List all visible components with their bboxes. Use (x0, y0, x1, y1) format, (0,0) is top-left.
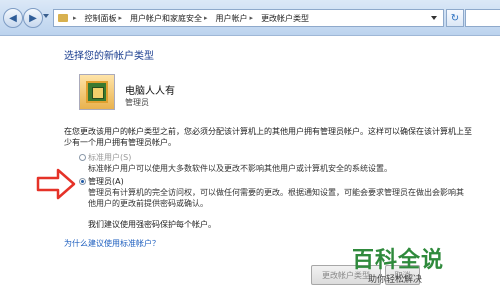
account-picture (79, 74, 115, 110)
breadcrumb-user-accounts-family[interactable]: 用户帐户和家庭安全 ▸ (130, 13, 212, 24)
breadcrumb-sep-root[interactable]: ▸ (71, 14, 81, 22)
breadcrumb-label: 控制面板 (84, 13, 117, 23)
breadcrumb-control-panel[interactable]: 控制面板 ▸ (85, 13, 127, 24)
forward-arrow-icon: ▶ (29, 12, 37, 24)
page-title: 选择您的新帐户类型 (64, 51, 154, 62)
breadcrumb-label: 用户帐户和家庭安全 (130, 13, 203, 23)
breadcrumb-user-accounts[interactable]: 用户帐户 ▸ (216, 13, 258, 24)
address-dropdown-icon[interactable] (431, 16, 437, 20)
search-input[interactable] (465, 9, 500, 27)
standard-user-label[interactable]: 标准用户(S) (88, 152, 131, 163)
breadcrumb-label: 更改帐户类型 (261, 13, 310, 23)
red-arrow-icon (36, 168, 76, 200)
standard-user-description: 标准帐户用户可以使用大多数软件以及更改不影响其他用户或计算机安全的系统设置。 (88, 164, 392, 173)
history-dropdown-icon[interactable] (43, 14, 49, 18)
back-button[interactable]: ◀ (3, 8, 23, 28)
administrator-label[interactable]: 管理员(A) (88, 176, 124, 187)
refresh-button[interactable]: ↻ (446, 9, 464, 27)
forward-button[interactable]: ▶ (23, 8, 43, 28)
content-area: 选择您的新帐户类型 电脑人人有 管理员 在您更改该用户的帐户类型之前，您必须分配… (0, 36, 500, 292)
window-picture-icon (86, 81, 108, 103)
address-bar[interactable]: ▸ 控制面板 ▸ 用户帐户和家庭安全 ▸ 用户帐户 ▸ 更改帐户类型 (53, 9, 444, 27)
standard-user-radio[interactable] (79, 154, 86, 161)
why-standard-account-link[interactable]: 为什么建议使用标准帐户？ (64, 238, 160, 249)
password-recommendation: 我们建议使用强密码保护每个帐户。 (88, 220, 216, 229)
watermark-logo: 百科全说 (352, 248, 445, 273)
breadcrumb-change-account-type[interactable]: 更改帐户类型 (261, 13, 309, 24)
administrator-description: 管理员有计算机的完全访问权，可以做任何需要的更改。根据通知设置，可能会要求管理员… (88, 188, 464, 208)
breadcrumb-label: 用户帐户 (215, 13, 248, 23)
refresh-icon: ↻ (450, 12, 460, 24)
navigation-bar: ◀ ▶ ▸ 控制面板 ▸ 用户帐户和家庭安全 ▸ 用户帐户 ▸ 更改帐户类型 ↻ (0, 0, 500, 36)
watermark: 百科全说 助你轻松解决 (352, 242, 444, 285)
control-panel-icon (58, 14, 68, 22)
administrator-radio[interactable] (79, 178, 86, 185)
account-name: 电脑人人有 (125, 86, 175, 97)
description-text: 在您更改该用户的帐户类型之前，您必须分配该计算机上的其他用户拥有管理员帐户。这样… (64, 127, 472, 147)
back-arrow-icon: ◀ (9, 12, 17, 24)
account-role: 管理员 (125, 98, 149, 107)
